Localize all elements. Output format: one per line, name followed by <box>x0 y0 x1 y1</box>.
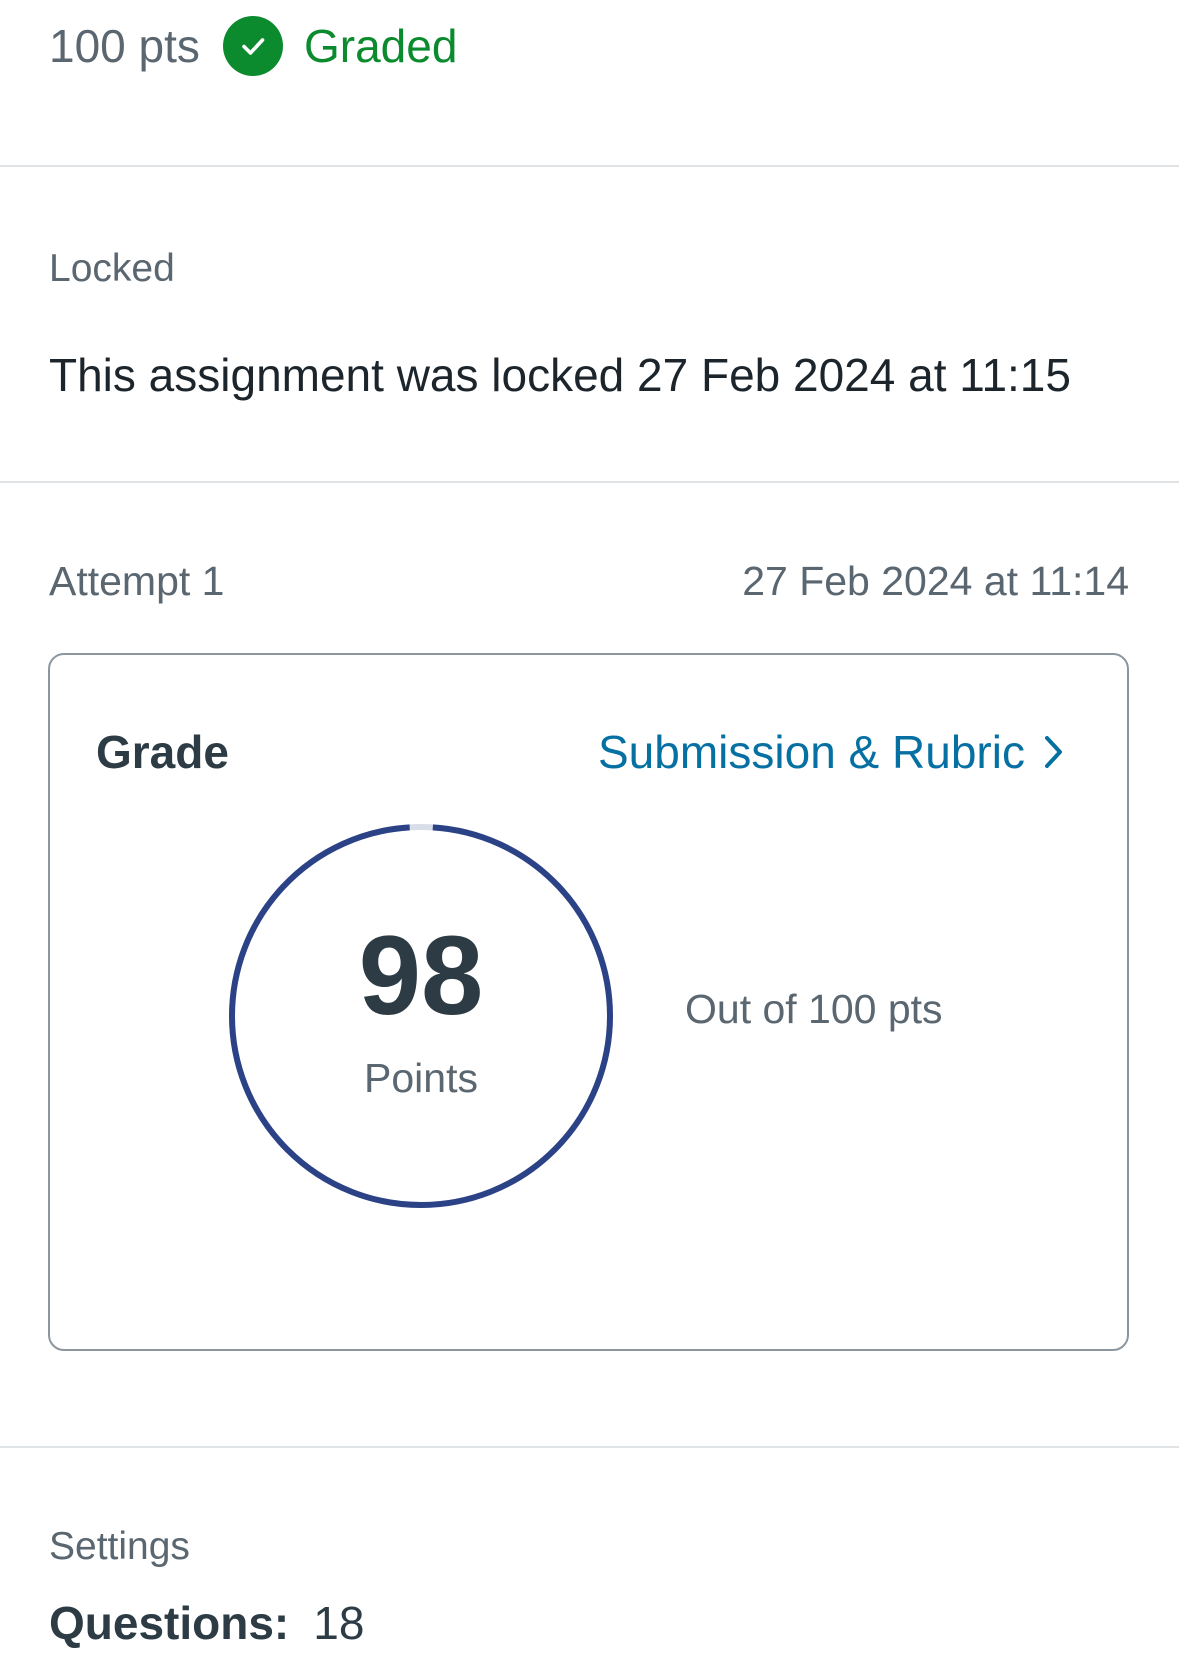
attempt-date: 27 Feb 2024 at 11:14 <box>742 558 1129 604</box>
submission-rubric-label: Submission & Rubric <box>598 726 1025 778</box>
points-possible: 100 pts <box>49 20 200 72</box>
questions-label: Questions: <box>49 1597 290 1649</box>
questions-count-row: Questions: 18 <box>49 1595 364 1651</box>
score-value: 98 <box>358 913 484 1038</box>
questions-value: 18 <box>313 1597 365 1649</box>
points-out-of: Out of 100 pts <box>685 986 943 1032</box>
checkmark-glyph <box>242 38 265 55</box>
locked-message: This assignment was locked 27 Feb 2024 a… <box>49 349 1071 401</box>
chevron-right-icon <box>1043 734 1065 770</box>
check-icon <box>223 16 283 76</box>
score-unit-label: Points <box>364 1055 478 1101</box>
divider <box>0 1446 1179 1448</box>
locked-heading: Locked <box>49 247 175 290</box>
grade-card-title: Grade <box>96 726 229 778</box>
attempt-selector[interactable]: Attempt 1 <box>49 556 224 606</box>
divider <box>0 165 1179 167</box>
graded-status-label: Graded <box>304 20 458 72</box>
divider <box>0 481 1179 483</box>
settings-heading: Settings <box>49 1525 190 1568</box>
submission-rubric-link[interactable]: Submission & Rubric <box>598 724 1065 780</box>
